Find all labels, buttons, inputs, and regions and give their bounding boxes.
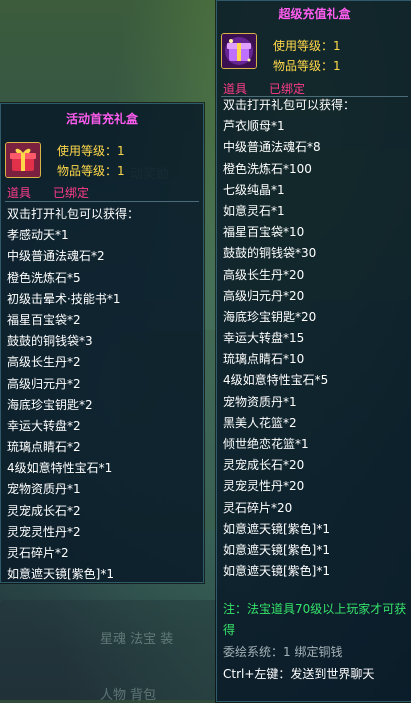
list-item: 幸运大转盘*2 bbox=[7, 418, 81, 433]
list-item: 芦衣顺母*1 bbox=[223, 119, 285, 134]
list-item: 双击打开礼包可以获得： bbox=[223, 98, 356, 112]
first-recharge-gift-tooltip: 活动首充礼盒 使用等级：1 物品等级：1 道具 已绑定 双击打开礼包可以获得： 孝… bbox=[0, 103, 204, 583]
list-item: 灵宠灵性丹*2 bbox=[7, 524, 81, 539]
list-item: 海底珍宝钥匙*20 bbox=[223, 309, 317, 324]
list-item: 琉璃点睛石*2 bbox=[7, 440, 81, 455]
list-item: 灵宠成长石*2 bbox=[7, 503, 81, 518]
system-info: 委绘系统：1 绑定铜钱 bbox=[223, 645, 343, 659]
list-item: 倾世绝恋花篮*1 bbox=[223, 437, 309, 451]
list-item: 福星百宝袋*2 bbox=[7, 312, 81, 327]
list-item: 孝感动天*1 bbox=[7, 228, 69, 243]
list-item: 高级归元丹*2 bbox=[7, 376, 81, 391]
list-item: 福星百宝袋*10 bbox=[223, 225, 305, 240]
tag-bound: 已绑定 bbox=[269, 82, 306, 96]
list-item: 灵宠灵性丹*20 bbox=[223, 479, 305, 494]
list-item: 如意遮天镜[紫色]*1 bbox=[223, 542, 330, 557]
list-item: 琉璃点睛石*10 bbox=[223, 352, 305, 367]
list-item: 灵宠成长石*20 bbox=[223, 458, 305, 473]
reward-list: 双击打开礼包可以获得： 孝感动天*1 中级普通法魂石*2 橙色洗炼石*5 初级击… bbox=[7, 204, 139, 585]
list-item: 灵石碎片*2 bbox=[7, 546, 69, 560]
use-level-label: 使用等级：1 bbox=[273, 39, 341, 53]
super-recharge-gift-tooltip: 超级充值礼盒 使用等级：1 物品等级：1 道具 已绑定 双击打开礼包可以获得： 芦… bbox=[216, 0, 411, 702]
list-item: 中级普通法魂石*2 bbox=[7, 249, 105, 264]
list-item: 宠物资质丹*1 bbox=[223, 394, 297, 409]
reward-list: 双击打开礼包可以获得： 芦衣顺母*1 中级普通法魂石*8 橙色洗炼石*100 七… bbox=[223, 95, 355, 582]
list-item: 橙色洗炼石*100 bbox=[223, 161, 312, 176]
list-item: 如意遮天镜[紫色]*1 bbox=[7, 567, 114, 582]
item-level-label: 物品等级：1 bbox=[57, 164, 125, 178]
list-item: 4级如意特性宝石*5 bbox=[223, 373, 329, 388]
list-item: 灵石碎片*20 bbox=[223, 500, 293, 515]
list-item: 4级如意特性宝石*1 bbox=[7, 461, 113, 476]
tooltip-title: 超级充值礼盒 bbox=[278, 7, 351, 21]
list-item: 幸运大转盘*15 bbox=[223, 331, 305, 346]
item-tags: 道具 已绑定 bbox=[7, 184, 89, 201]
use-level-label: 使用等级：1 bbox=[57, 144, 125, 158]
item-level-label: 物品等级：1 bbox=[273, 59, 341, 73]
purple-gift-box-icon bbox=[221, 33, 257, 69]
shortcut-hint: Ctrl+左键：发送到世界聊天 bbox=[223, 667, 375, 681]
level-requirement-note: 注：法宝道具70级以上玩家才可获得 bbox=[223, 602, 407, 637]
list-item: 如意遮天镜[紫色]*1 bbox=[223, 564, 330, 579]
list-item: 双击打开礼包可以获得： bbox=[7, 207, 140, 221]
list-item: 宠物资质丹*1 bbox=[7, 482, 81, 497]
list-item: 如意遮天镜[紫色]*1 bbox=[223, 521, 330, 536]
list-item: 海底珍宝钥匙*2 bbox=[7, 397, 93, 412]
tag-item: 道具 bbox=[223, 82, 248, 96]
tooltip-title: 活动首充礼盒 bbox=[65, 112, 138, 126]
tag-item: 道具 bbox=[7, 186, 32, 200]
list-item: 初级击晕术·技能书*1 bbox=[7, 291, 121, 306]
list-item: 七级纯晶*1 bbox=[223, 182, 285, 197]
list-item: 橙色洗炼石*5 bbox=[7, 270, 81, 285]
list-item: 如意灵石*1 bbox=[223, 203, 285, 218]
list-item: 鼓鼓的铜钱袋*3 bbox=[7, 334, 93, 349]
divider bbox=[5, 201, 199, 202]
list-item: 高级归元丹*20 bbox=[223, 288, 305, 303]
red-gift-box-icon bbox=[5, 142, 41, 178]
list-item: 高级长生丹*20 bbox=[223, 267, 305, 282]
tag-bound: 已绑定 bbox=[53, 186, 90, 200]
list-item: 中级普通法魂石*8 bbox=[223, 140, 321, 155]
list-item: 黑美人花篮*2 bbox=[223, 415, 297, 430]
list-item: 高级长生丹*2 bbox=[7, 355, 81, 370]
list-item: 鼓鼓的铜钱袋*30 bbox=[223, 246, 317, 261]
